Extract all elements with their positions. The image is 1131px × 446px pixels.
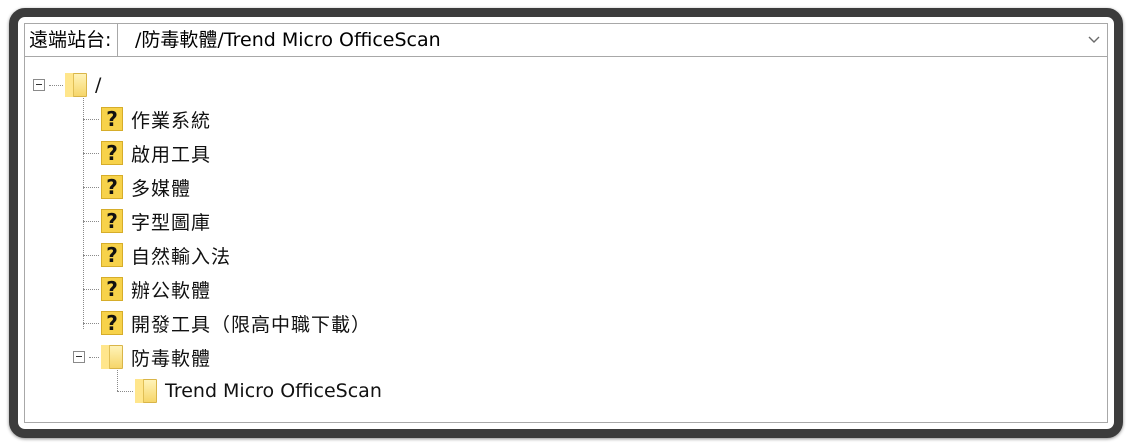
tree-guide-line [49, 85, 63, 86]
tree-expander-root[interactable] [33, 79, 45, 91]
question-icon: ? [101, 277, 123, 301]
tree-node-item[interactable]: ? 開發工具（限高中職下載） [101, 307, 371, 339]
tree-guide-line [117, 391, 133, 392]
tree-guide-line [83, 289, 99, 290]
chevron-down-icon [1088, 36, 1100, 43]
tree-node-item[interactable]: ? 多媒體 [101, 171, 191, 203]
question-icon: ? [101, 141, 123, 165]
tree-node-antivirus[interactable]: 防毒軟體 [101, 341, 211, 373]
question-icon: ? [101, 175, 123, 199]
tree-node-item[interactable]: ? 啟用工具 [101, 137, 211, 169]
tree-guide-line [83, 153, 99, 154]
folder-icon [101, 345, 123, 369]
tree-node-item[interactable]: ? 自然輸入法 [101, 239, 231, 271]
remote-site-address-bar: 遠端站台: /防毒軟體/Trend Micro OfficeScan [24, 23, 1108, 57]
tree-guide-line [83, 93, 84, 329]
tree-node-item[interactable]: ? 辦公軟體 [101, 273, 211, 305]
tree-guide-line [83, 187, 99, 188]
remote-site-panel: 遠端站台: /防毒軟體/Trend Micro OfficeScan / ? 作… [9, 8, 1123, 438]
tree-node-label: 作業系統 [131, 109, 212, 132]
remote-site-label: 遠端站台: [25, 24, 119, 56]
tree-node-root[interactable]: / [65, 69, 102, 101]
tree-node-label: 防毒軟體 [131, 347, 212, 370]
folder-icon [135, 379, 157, 403]
remote-directory-tree[interactable]: / ? 作業系統 ? 啟用工具 ? 多媒體 ? 字型圖庫 ? 自然輸入法 ? 辦… [24, 57, 1108, 423]
tree-guide-line [83, 323, 99, 324]
tree-node-label: 啟用工具 [131, 143, 212, 166]
tree-node-officescan[interactable]: Trend Micro OfficeScan [135, 375, 382, 407]
tree-guide-line [89, 357, 99, 358]
tree-node-item[interactable]: ? 字型圖庫 [101, 205, 211, 237]
tree-guide-line [83, 221, 99, 222]
tree-node-label: 開發工具（限高中職下載） [131, 313, 372, 336]
tree-node-label: 辦公軟體 [131, 279, 212, 302]
question-icon: ? [101, 243, 123, 267]
folder-icon [65, 73, 87, 97]
tree-node-label: Trend Micro OfficeScan [165, 380, 382, 402]
question-icon: ? [101, 209, 123, 233]
tree-guide-line [83, 255, 99, 256]
tree-node-label: 多媒體 [131, 177, 192, 200]
remote-path-combobox[interactable]: /防毒軟體/Trend Micro OfficeScan [128, 24, 1079, 56]
question-icon: ? [101, 107, 123, 131]
tree-expander-antivirus[interactable] [73, 351, 85, 363]
tree-node-label: 字型圖庫 [131, 211, 212, 234]
path-dropdown-button[interactable] [1081, 24, 1107, 56]
tree-node-item[interactable]: ? 作業系統 [101, 103, 211, 135]
tree-node-label: 自然輸入法 [131, 245, 232, 268]
tree-guide-line [83, 119, 99, 120]
question-icon: ? [101, 311, 123, 335]
tree-node-label: / [95, 74, 103, 96]
